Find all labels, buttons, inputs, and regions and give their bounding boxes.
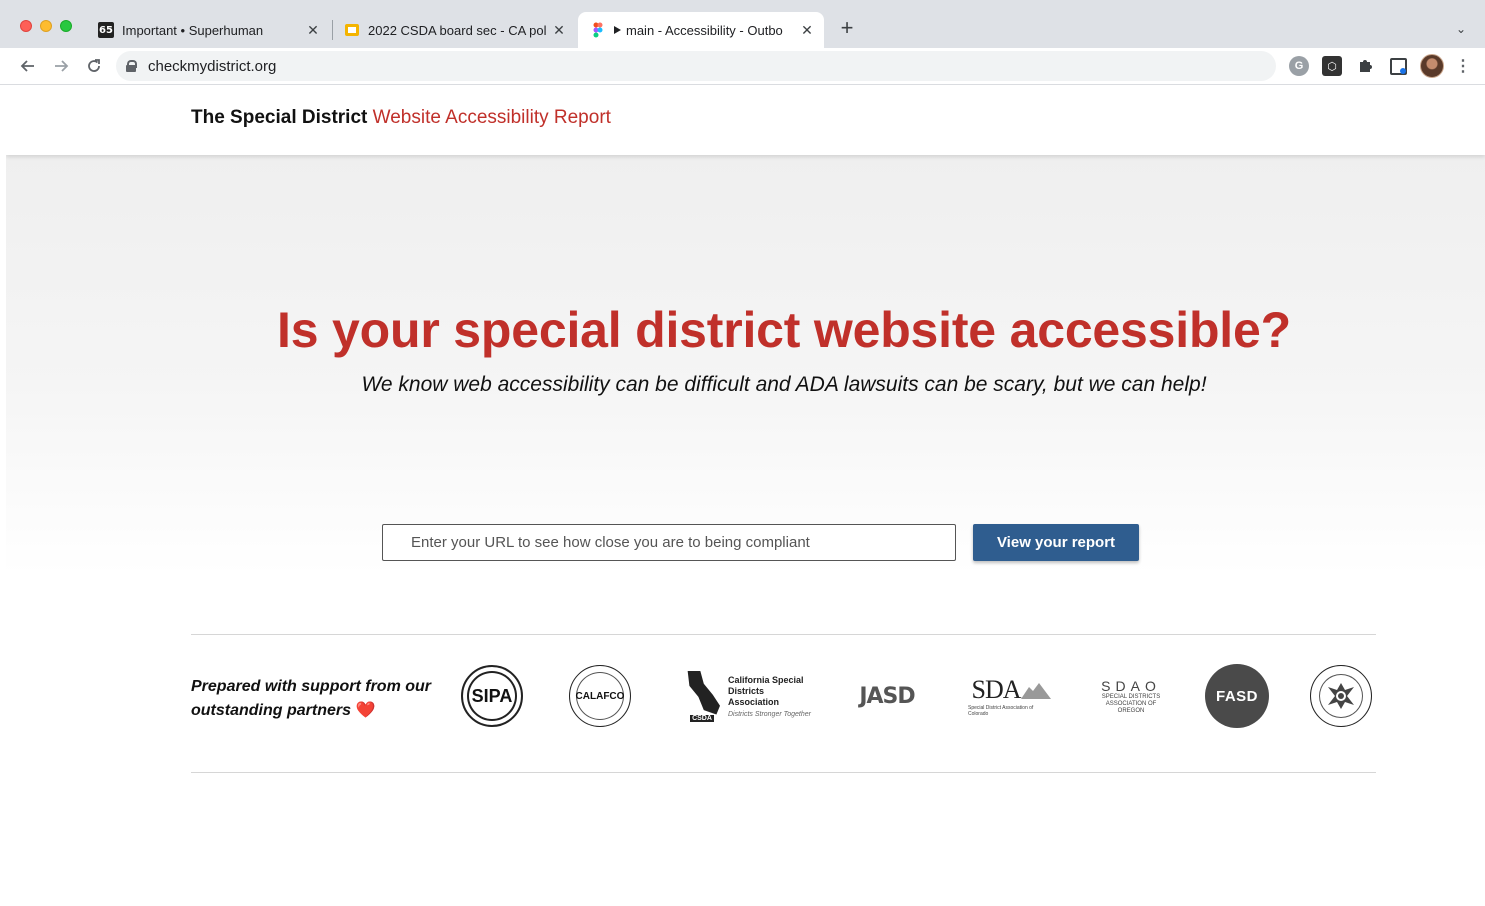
forward-button[interactable]	[49, 54, 73, 78]
tab-csda-board[interactable]: 2022 CSDA board sec - CA pol ✕	[336, 12, 576, 48]
maltese-cross-icon	[1328, 683, 1354, 709]
reload-button[interactable]	[82, 54, 106, 78]
tab-superhuman[interactable]: 65 Important • Superhuman ✕	[90, 12, 330, 48]
close-icon[interactable]: ✕	[550, 21, 568, 39]
tab-figma-main[interactable]: main - Accessibility - Outbo ✕	[578, 12, 824, 48]
csda-wordmark: California Special Districts Association…	[728, 675, 812, 718]
fire-districts-seal	[1310, 665, 1372, 727]
new-tab-button[interactable]: +	[836, 17, 858, 40]
brand-bold-text: The Special District	[191, 107, 368, 128]
csda-tagline: Districts Stronger Together	[728, 710, 811, 718]
arrow-left-icon	[20, 60, 34, 72]
url-input[interactable]	[382, 524, 956, 561]
sipa-logo[interactable]: SIPA	[460, 663, 524, 729]
site-header: The Special District Website Accessibili…	[6, 85, 1485, 155]
minimize-window-button[interactable]	[40, 20, 52, 32]
brand-red-text: Website Accessibility Report	[372, 107, 611, 128]
csda-logo[interactable]: CSDA California Special Districts Associ…	[684, 663, 814, 729]
sda-logo[interactable]: SDA Special District Association of Colo…	[968, 663, 1054, 729]
figma-icon	[593, 22, 603, 38]
lock-icon[interactable]	[126, 60, 137, 72]
side-panel-icon[interactable]	[1388, 56, 1408, 76]
puzzle-icon	[1360, 60, 1372, 72]
profile-avatar[interactable]	[1420, 54, 1444, 78]
menu-kebab-icon[interactable]: ⋮	[1455, 56, 1471, 76]
hero-section: Is your special district website accessi…	[6, 155, 1485, 575]
sipa-text: SIPA	[471, 685, 513, 706]
slides-icon	[344, 22, 360, 38]
csda-mark-group: CSDA	[684, 670, 720, 722]
mountain-icon	[1020, 683, 1051, 699]
sda-mark: SDA	[971, 675, 1051, 705]
extension-box-icon[interactable]: ⬡	[1322, 56, 1342, 76]
tab-title: 2022 CSDA board sec - CA pol	[368, 22, 547, 38]
arrow-right-icon	[55, 60, 69, 72]
hero-headline: Is your special district website accessi…	[277, 302, 1291, 358]
partners-text: Prepared with support from our outstandi…	[191, 678, 432, 719]
partners-intro: Prepared with support from our outstandi…	[191, 675, 441, 723]
close-icon[interactable]: ✕	[304, 21, 322, 39]
close-icon[interactable]: ✕	[798, 21, 816, 39]
sda-text: SDA	[971, 675, 1021, 704]
sda-subtitle: Special District Association of Colorado	[968, 705, 1034, 717]
address-bar[interactable]: checkmydistrict.org	[116, 51, 1276, 81]
tab-title: Important • Superhuman	[122, 22, 264, 38]
grammarly-extension-icon[interactable]: G	[1289, 56, 1309, 76]
heart-icon: ❤️	[355, 702, 376, 719]
view-report-button[interactable]: View your report	[973, 524, 1139, 561]
superhuman-icon: 65	[98, 22, 114, 38]
sdao-logo[interactable]: SDAO SPECIAL DISTRICTS ASSOCIATION OF OR…	[1096, 663, 1166, 729]
fasd-badge: FASD	[1205, 664, 1269, 728]
divider-top	[191, 634, 1376, 635]
calafco-logo[interactable]: CALAFCO	[568, 663, 632, 729]
calafco-text: CALAFCO	[575, 690, 625, 702]
fire-districts-logo[interactable]	[1308, 663, 1374, 729]
back-button[interactable]	[16, 54, 40, 78]
close-window-button[interactable]	[20, 20, 32, 32]
tab-divider	[332, 20, 333, 40]
csda-name: California Special Districts Association	[728, 674, 804, 707]
hero-subheading: We know web accessibility can be difficu…	[361, 373, 1207, 396]
jasd-text: JASD	[859, 683, 915, 709]
tab-search-icon[interactable]: ⌄	[1456, 22, 1466, 36]
browser-tab-bar: 65 Important • Superhuman ✕ 2022 CSDA bo…	[0, 0, 1485, 48]
divider-bottom	[191, 772, 1376, 773]
extensions-puzzle-icon[interactable]	[1355, 56, 1375, 76]
california-map-icon	[687, 670, 720, 715]
maximize-window-button[interactable]	[60, 20, 72, 32]
fasd-logo[interactable]: FASD	[1204, 663, 1270, 729]
tab-title: main - Accessibility - Outbo	[626, 22, 783, 38]
reload-icon	[88, 59, 100, 72]
sipa-seal: SIPA	[461, 665, 523, 727]
site-brand[interactable]: The Special District Website Accessibili…	[191, 107, 611, 129]
sdao-text: SDAO	[1101, 677, 1161, 694]
play-icon	[614, 26, 621, 34]
fasd-text: FASD	[1215, 687, 1258, 705]
page-viewport: The Special District Website Accessibili…	[6, 85, 1485, 906]
sdao-subtitle: SPECIAL DISTRICTS ASSOCIATION OF OREGON	[1101, 693, 1161, 714]
jasd-logo[interactable]: JASD	[846, 663, 928, 729]
browser-toolbar: checkmydistrict.org G ⬡ ⋮	[0, 48, 1485, 85]
url-text: checkmydistrict.org	[148, 57, 277, 75]
csda-abbr: CSDA	[690, 714, 714, 722]
calafco-seal: CALAFCO	[569, 665, 631, 727]
